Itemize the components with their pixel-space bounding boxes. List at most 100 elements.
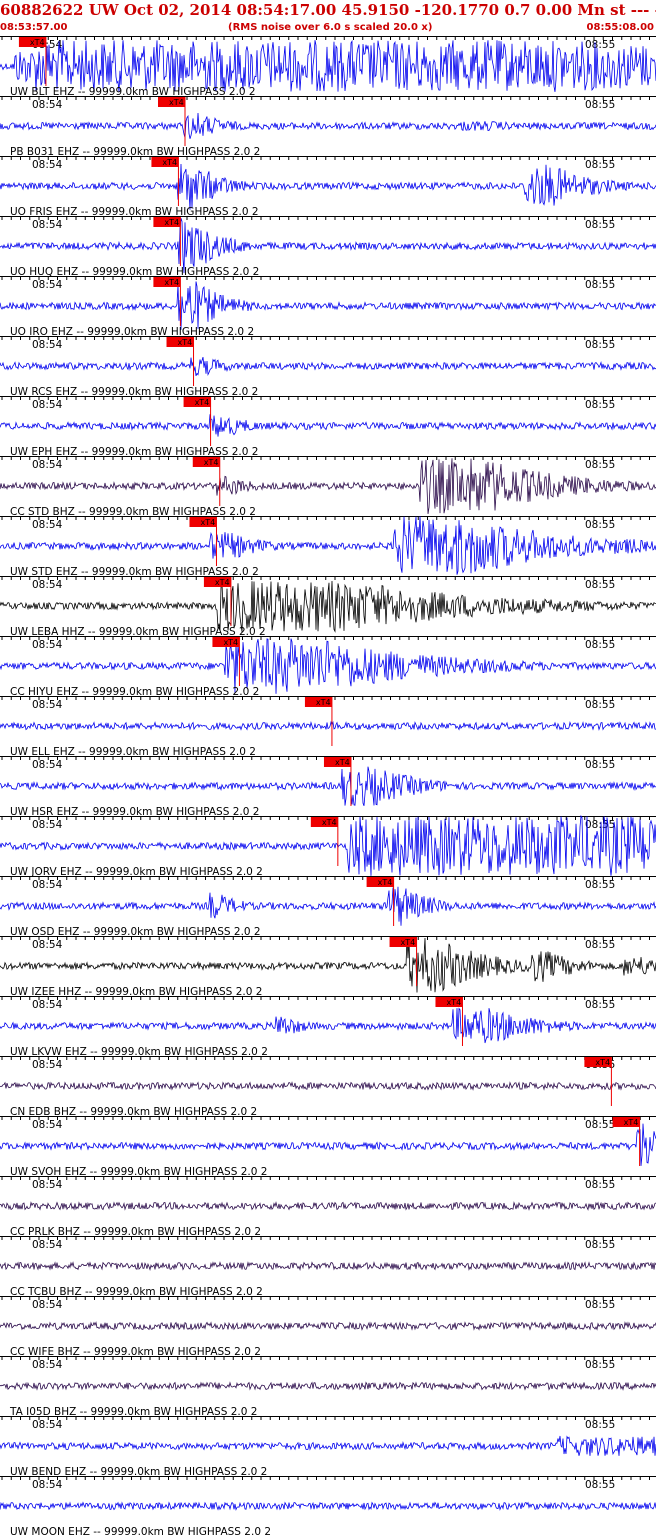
tick-label-right: 08:55 bbox=[585, 339, 615, 351]
pick-label: xT4 bbox=[316, 698, 331, 707]
end-time: 08:55:08.00 bbox=[586, 22, 654, 33]
tick-label-left: 08:54 bbox=[32, 999, 63, 1011]
tick-label-right: 08:55 bbox=[585, 699, 615, 711]
waveform bbox=[0, 937, 656, 993]
tick-label-right: 08:55 bbox=[585, 819, 615, 831]
trace-row: 08:54 08:55UW BEND EHZ -- 99999.0km BW HI… bbox=[0, 1416, 656, 1478]
trace-row: 08:54 08:55xT4UW STD EHZ -- 99999.0km BW … bbox=[0, 516, 656, 578]
tick-label-right: 08:55 bbox=[585, 519, 615, 531]
tick-label-left: 08:54 bbox=[32, 699, 63, 711]
pick-label: xT4 bbox=[162, 158, 177, 167]
pick-label: xT4 bbox=[595, 1058, 610, 1067]
trace-row: 08:54 08:55 UW MOON EHZ -- 99999.0km BW HI… bbox=[0, 1476, 656, 1538]
trace-row: 08:54 08:55xT4CC HIYU EHZ -- 99999.0km BW… bbox=[0, 636, 656, 698]
tick-label-left: 08:54 bbox=[32, 819, 63, 831]
waveform bbox=[0, 1123, 656, 1166]
waveform bbox=[0, 1381, 656, 1391]
trace-row: 08:54 08:55xT4UW HSR EHZ -- 99999.0km BW … bbox=[0, 756, 656, 818]
waveform bbox=[0, 414, 656, 437]
tick-label-left: 08:54 bbox=[32, 219, 63, 231]
tick-label-left: 08:54 bbox=[32, 99, 63, 111]
waveform bbox=[0, 1321, 656, 1331]
tick-label-left: 08:54 bbox=[32, 1059, 63, 1071]
tick-label-right: 08:55 bbox=[585, 1479, 615, 1491]
pick-label: xT4 bbox=[30, 38, 45, 47]
waveform bbox=[0, 1201, 656, 1211]
waveform bbox=[0, 163, 656, 210]
tick-label-right: 08:55 bbox=[585, 1299, 615, 1311]
tick-label-left: 08:54 bbox=[32, 1119, 63, 1131]
tick-label-right: 08:55 bbox=[585, 1419, 615, 1431]
trace-row: 08:54 08:55CC WIFE BHZ -- 99999.0km BW HI… bbox=[0, 1296, 656, 1358]
trace-row: 08:54 08:55xT4UW RCS EHZ -- 99999.0km BW … bbox=[0, 336, 656, 398]
pick-label: xT4 bbox=[178, 338, 193, 347]
rms-note: (RMS noise over 6.0 s scaled 20.0 x) bbox=[228, 22, 433, 33]
pick-label: xT4 bbox=[223, 638, 238, 647]
pick-label: xT4 bbox=[169, 98, 184, 107]
tick-label-right: 08:55 bbox=[585, 879, 615, 891]
tick-label-right: 08:55 bbox=[585, 459, 615, 471]
pick-label: xT4 bbox=[446, 998, 461, 1007]
waveform bbox=[0, 1435, 656, 1456]
trace-row: 08:54 08:55xT4UO HUQ EHZ -- 99999.0km BW … bbox=[0, 216, 656, 278]
tick-label-left: 08:54 bbox=[32, 579, 63, 591]
tick-label-left: 08:54 bbox=[32, 1239, 63, 1251]
tick-label-left: 08:54 bbox=[32, 759, 63, 771]
trace-row: 08:54 08:55xT4UW EPH EHZ -- 99999.0km BW … bbox=[0, 396, 656, 458]
trace-row: 08:54 08:55xT4UW OSD EHZ -- 99999.0km BW … bbox=[0, 876, 656, 938]
pick-label: xT4 bbox=[195, 398, 210, 407]
waveform bbox=[0, 580, 656, 633]
tick-label-right: 08:55 bbox=[585, 159, 615, 171]
pick-label: xT4 bbox=[204, 458, 219, 467]
pick-label: xT4 bbox=[215, 578, 230, 587]
tick-label-left: 08:54 bbox=[32, 519, 63, 531]
tick-label-left: 08:54 bbox=[32, 339, 63, 351]
trace-row: 08:54 08:55xT4UW LEBA HHZ -- 99999.0km BW… bbox=[0, 576, 656, 638]
tick-label-right: 08:55 bbox=[585, 279, 615, 291]
waveform bbox=[0, 1261, 656, 1272]
pick-label: xT4 bbox=[200, 518, 215, 527]
trace-row: 08:54 08:55xT4UW IZEE HHZ -- 99999.0km BW… bbox=[0, 936, 656, 998]
tick-label-left: 08:54 bbox=[32, 1479, 63, 1491]
tick-label-left: 08:54 bbox=[32, 1299, 63, 1311]
tick-label-right: 08:55 bbox=[585, 639, 615, 651]
seismogram-panel: 08:54 08:55xT4UW BLT EHZ -- 99999.0km BW … bbox=[0, 36, 656, 1538]
tick-label-right: 08:55 bbox=[585, 1359, 615, 1371]
trace-row: 08:54 08:55xT4UW BLT EHZ -- 99999.0km BW … bbox=[0, 36, 656, 98]
trace-row: 08:54 08:55xT4UO IRO EHZ -- 99999.0km BW … bbox=[0, 276, 656, 338]
station-label: UW MOON EHZ -- 99999.0km BW HIGHPASS 2.0… bbox=[10, 1526, 271, 1538]
waveform bbox=[0, 112, 656, 139]
trace-row: 08:54 08:55xT4UW ELL EHZ -- 99999.0km BW … bbox=[0, 696, 656, 758]
tick-label-left: 08:54 bbox=[32, 639, 63, 651]
tick-label-left: 08:54 bbox=[32, 939, 63, 951]
waveform bbox=[0, 281, 656, 330]
trace-row: 08:54 08:55xT4CC STD BHZ -- 99999.0km BW … bbox=[0, 456, 656, 518]
tick-label-left: 08:54 bbox=[32, 279, 63, 291]
pick-label: xT4 bbox=[378, 878, 393, 887]
waveform bbox=[0, 766, 656, 807]
tick-label-left: 08:54 bbox=[32, 879, 63, 891]
trace-row: 08:54 08:55 xT4UW SVOH EHZ -- 99999.0km BW… bbox=[0, 1116, 656, 1178]
waveform bbox=[0, 886, 656, 926]
pick-label: xT4 bbox=[401, 938, 416, 947]
tick-label-left: 08:54 bbox=[32, 1419, 63, 1431]
waveform bbox=[0, 218, 656, 274]
tick-label-right: 08:55 bbox=[585, 999, 615, 1011]
pick-label: xT4 bbox=[164, 218, 179, 227]
tick-label-left: 08:54 bbox=[32, 1359, 63, 1371]
trace-row: 08:54 08:55CC PRLK BHZ -- 99999.0km BW HI… bbox=[0, 1176, 656, 1238]
trace-row: 08:54 08:55xT4UW LKVW EHZ -- 99999.0km BW… bbox=[0, 996, 656, 1058]
tick-label-right: 08:55 bbox=[585, 219, 615, 231]
tick-label-right: 08:55 bbox=[585, 759, 615, 771]
waveform bbox=[0, 356, 656, 377]
tick-label-right: 08:55 bbox=[585, 399, 615, 411]
waveform bbox=[0, 720, 656, 731]
tick-label-left: 08:54 bbox=[32, 399, 63, 411]
tick-label-right: 08:55 bbox=[585, 1119, 615, 1131]
trace-row: 08:54 08:55xT4UW JORV EHZ -- 99999.0km BW… bbox=[0, 814, 656, 878]
tick-label-right: 08:55 bbox=[585, 1179, 615, 1191]
waveform bbox=[0, 1081, 656, 1091]
trace-row: 08:54 08:55TA I05D BHZ -- 99999.0km BW HI… bbox=[0, 1356, 656, 1418]
pick-label: xT4 bbox=[164, 278, 179, 287]
tick-label-left: 08:54 bbox=[32, 159, 63, 171]
